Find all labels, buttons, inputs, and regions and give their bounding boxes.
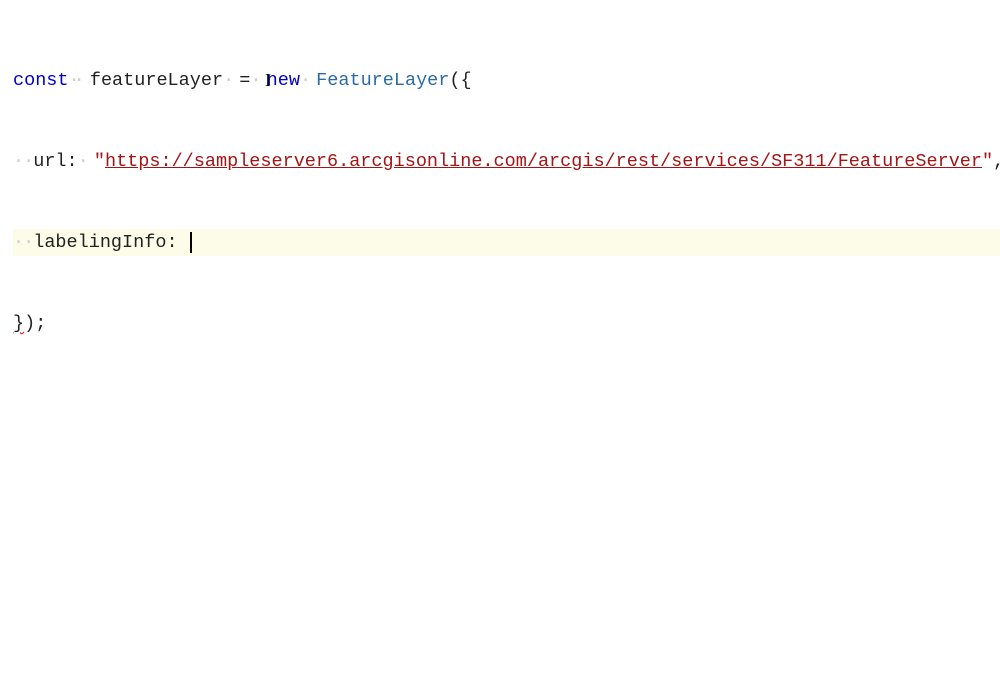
string-quote-close: " xyxy=(982,151,993,172)
keyword-const: const xyxy=(13,70,69,91)
class-name: FeatureLayer xyxy=(316,70,449,91)
code-line-4[interactable]: }); xyxy=(13,310,1000,337)
whitespace: ·· xyxy=(13,232,33,253)
string-quote-open: " xyxy=(94,151,105,172)
close-brace-error: }); xyxy=(13,313,46,334)
colon: : xyxy=(67,151,78,172)
whitespace: · xyxy=(78,151,83,172)
code-line-3-active[interactable]: ··labelingInfo: xyxy=(13,229,1000,256)
text-cursor xyxy=(190,232,192,253)
prop-labelinginfo: labelingInfo xyxy=(33,232,166,253)
whitespace: ·· xyxy=(13,151,33,172)
url-string[interactable]: https://sampleserver6.arcgisonline.com/a… xyxy=(105,151,982,172)
comma: , xyxy=(993,151,1000,172)
code-line-2[interactable]: ··url:· "https://sampleserver6.arcgisonl… xyxy=(13,148,1000,175)
code-editor[interactable]: const·· featureLayer· =· new· FeatureLay… xyxy=(0,0,1000,364)
code-line-1[interactable]: const·· featureLayer· =· new· FeatureLay… xyxy=(13,67,1000,94)
whitespace: ·· xyxy=(69,70,79,91)
open-paren-brace: ({ xyxy=(449,70,471,91)
whitespace: · xyxy=(300,70,305,91)
variable-name: featureLayer xyxy=(90,70,223,91)
operator-assign: = xyxy=(239,70,250,91)
whitespace: · xyxy=(250,70,255,91)
prop-url: url xyxy=(33,151,66,172)
colon: : xyxy=(166,232,177,253)
keyword-new: new xyxy=(267,70,300,91)
whitespace: · xyxy=(223,70,228,91)
